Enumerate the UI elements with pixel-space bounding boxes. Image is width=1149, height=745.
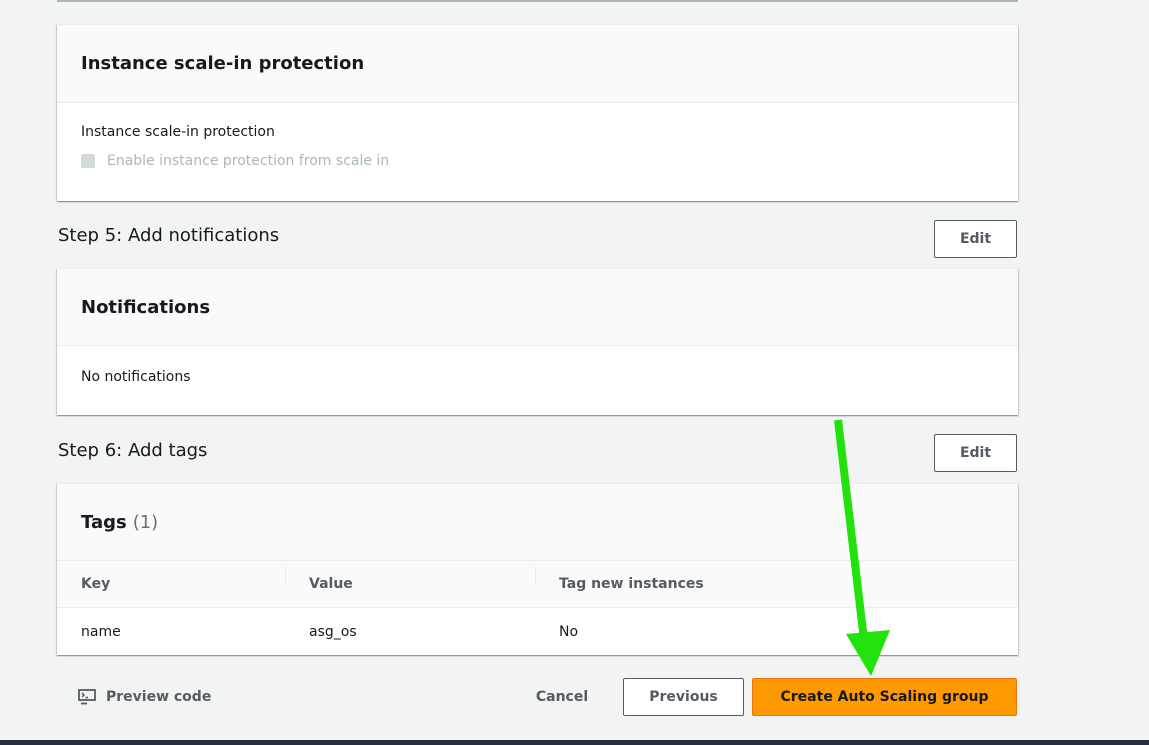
preview-code-label: Preview code bbox=[106, 689, 212, 705]
step5-edit-button[interactable]: Edit bbox=[934, 220, 1017, 258]
column-header-tag-new-instances[interactable]: Tag new instances bbox=[535, 566, 1018, 592]
step6-edit-button[interactable]: Edit bbox=[934, 434, 1017, 472]
page: Instance scale-in protection Instance sc… bbox=[0, 0, 1149, 745]
tag-value-cell: asg_os bbox=[309, 624, 357, 640]
notifications-header: Notifications bbox=[57, 269, 1018, 346]
tags-header: Tags (1) bbox=[57, 484, 1018, 561]
notifications-body: No notifications bbox=[81, 369, 191, 385]
table-row: name asg_os No bbox=[57, 608, 1018, 656]
footer-actions: Preview code Cancel Previous Create Auto… bbox=[0, 678, 1149, 716]
bottom-bar bbox=[0, 740, 1149, 745]
previous-panel-edge bbox=[57, 0, 1018, 2]
notifications-panel: Notifications No notifications bbox=[57, 268, 1018, 415]
tags-count: (1) bbox=[132, 511, 159, 533]
scale-in-protection-checkbox bbox=[81, 154, 95, 168]
tags-title: Tags bbox=[81, 511, 127, 533]
tags-panel: Tags (1) Key Value Tag new instances nam… bbox=[57, 483, 1018, 655]
scale-in-protection-title: Instance scale-in protection bbox=[81, 53, 365, 74]
scale-in-protection-panel: Instance scale-in protection Instance sc… bbox=[57, 24, 1018, 201]
step6-title: Step 6: Add tags bbox=[58, 440, 208, 461]
notifications-title: Notifications bbox=[81, 296, 211, 318]
tags-table-header: Key Value Tag new instances bbox=[57, 561, 1018, 608]
scale-in-protection-header: Instance scale-in protection bbox=[57, 25, 1018, 103]
tags-table: Key Value Tag new instances name asg_os … bbox=[57, 561, 1018, 656]
cancel-button[interactable]: Cancel bbox=[522, 678, 602, 716]
tag-new-instances-cell: No bbox=[559, 624, 579, 640]
tag-key-cell: name bbox=[81, 624, 121, 640]
step5-title: Step 5: Add notifications bbox=[58, 225, 280, 246]
preview-code-icon bbox=[78, 689, 96, 705]
column-header-key[interactable]: Key bbox=[57, 576, 285, 592]
previous-button[interactable]: Previous bbox=[623, 678, 744, 716]
create-auto-scaling-group-button[interactable]: Create Auto Scaling group bbox=[752, 678, 1017, 716]
scale-in-protection-label: Instance scale-in protection bbox=[81, 124, 275, 140]
column-header-value[interactable]: Value bbox=[285, 566, 535, 592]
scale-in-protection-checkbox-row: Enable instance protection from scale in bbox=[81, 153, 389, 169]
preview-code-button[interactable]: Preview code bbox=[78, 678, 211, 716]
scale-in-protection-checkbox-label: Enable instance protection from scale in bbox=[107, 153, 390, 169]
